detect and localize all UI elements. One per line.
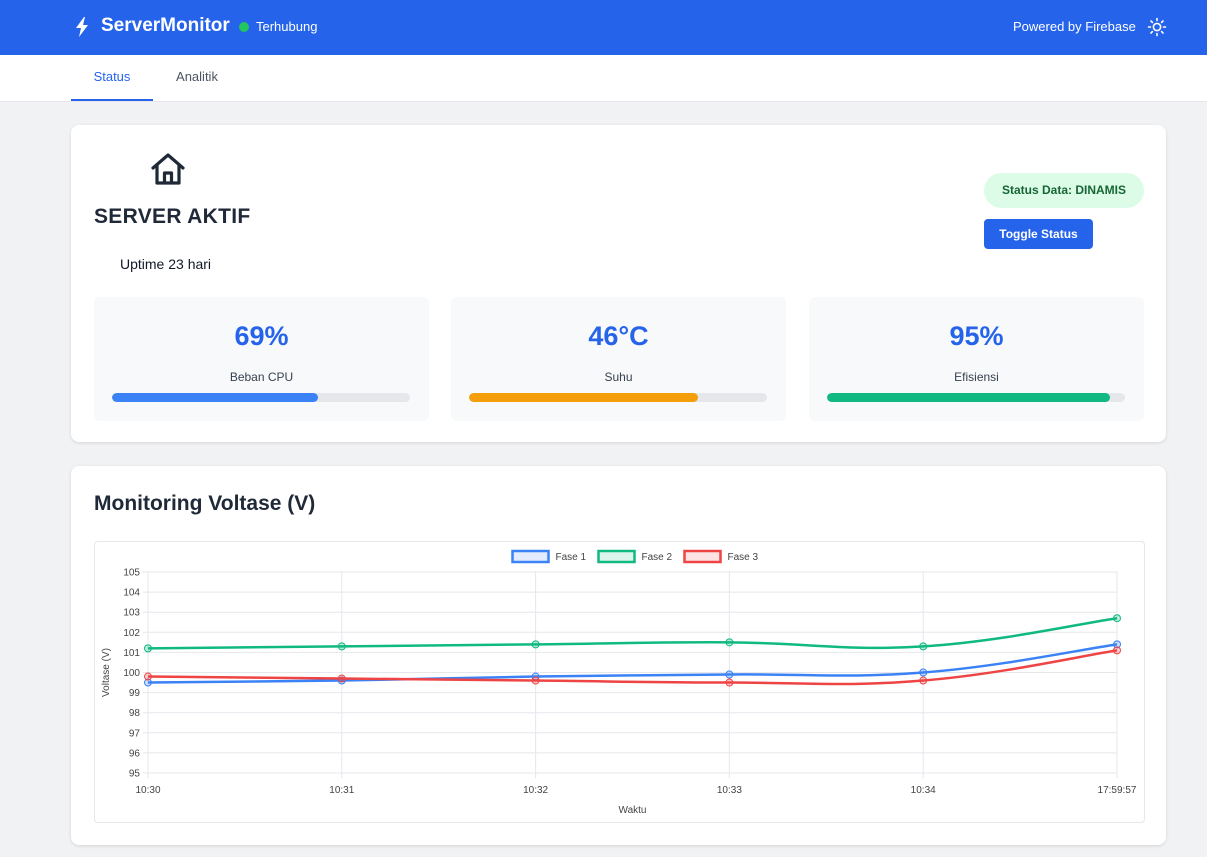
legend-swatch xyxy=(683,549,722,564)
y-tick-label: 98 xyxy=(129,708,141,719)
y-axis-label: Voltase (V) xyxy=(101,648,112,697)
data-point xyxy=(919,676,928,685)
chart-section-title: Monitoring Voltase (V) xyxy=(94,492,316,515)
data-point xyxy=(531,676,540,685)
y-tick-label: 96 xyxy=(129,748,141,759)
y-tick-label: 103 xyxy=(123,608,140,619)
y-tick-label: 102 xyxy=(123,628,140,639)
data-point xyxy=(919,642,928,651)
metric-card-temperature: 46°C Suhu xyxy=(451,297,786,421)
metric-card-efficiency: 95% Efisiensi xyxy=(809,297,1144,421)
data-point xyxy=(337,642,346,651)
x-tick-label: 10:34 xyxy=(911,785,936,796)
top-navbar: ServerMonitor Terhubung Powered by Fireb… xyxy=(0,0,1207,55)
legend-label: Fase 1 xyxy=(556,552,587,563)
data-point xyxy=(144,644,152,653)
data-point xyxy=(1113,646,1121,655)
tab-analitik[interactable]: Analitik xyxy=(160,55,234,101)
data-point xyxy=(725,678,734,687)
x-tick-label: 10:33 xyxy=(717,785,742,796)
metric-value: 69% xyxy=(234,321,289,351)
legend-label: Fase 3 xyxy=(728,552,759,563)
y-tick-label: 100 xyxy=(123,668,140,679)
data-point xyxy=(725,670,734,679)
metric-value: 95% xyxy=(949,321,1004,351)
data-point xyxy=(919,668,928,677)
x-tick-label: 10:30 xyxy=(135,785,160,796)
voltage-line-chart: 95 96 97 98 99 100 101 102 103 104 105 10:30 10:31 10… xyxy=(101,549,1137,816)
data-point xyxy=(144,672,152,681)
metric-label: Efisiensi xyxy=(954,370,999,384)
sun-icon[interactable] xyxy=(1146,16,1168,38)
legend-swatch xyxy=(597,549,636,564)
y-tick-label: 101 xyxy=(123,648,140,659)
data-point xyxy=(1113,614,1121,623)
y-tick-label: 104 xyxy=(123,588,140,599)
y-tick-label: 97 xyxy=(129,728,141,739)
progress-fill xyxy=(469,393,699,402)
progress-fill xyxy=(112,393,318,402)
app-name: ServerMonitor xyxy=(101,15,230,36)
connection-status-dot xyxy=(239,22,249,32)
connection-status-text: Terhubung xyxy=(256,19,318,34)
status-data-badge: Status Data: DINAMIS xyxy=(984,173,1144,208)
metric-label: Suhu xyxy=(604,370,633,384)
uptime-text: Uptime 23 hari xyxy=(120,256,212,272)
chart-container: 95 96 97 98 99 100 101 102 103 104 105 10:30 10:31 10… xyxy=(94,541,1145,823)
tab-bar: Status Analitik xyxy=(0,55,1207,102)
data-point xyxy=(337,674,346,683)
y-tick-label: 99 xyxy=(129,688,141,699)
progress-fill xyxy=(827,393,1111,402)
server-status-card: SERVER AKTIF Uptime 23 hari Status Data:… xyxy=(71,125,1166,442)
x-tick-label: 10:32 xyxy=(523,785,548,796)
metric-label: Beban CPU xyxy=(229,370,294,384)
voltage-chart-card: Monitoring Voltase (V) 95 96 97 98 99 100 101 1… xyxy=(71,466,1166,845)
progress-bar xyxy=(827,393,1125,402)
y-tick-label: 95 xyxy=(129,769,141,780)
x-tick-label: 17:59:57 xyxy=(1098,785,1137,796)
toggle-status-button[interactable]: Toggle Status xyxy=(984,219,1093,249)
legend-label: Fase 2 xyxy=(642,552,673,563)
metric-card-cpu: 69% Beban CPU xyxy=(94,297,429,421)
powered-by-text: Powered by Firebase xyxy=(1013,19,1136,34)
data-point xyxy=(725,638,734,647)
server-status-title: SERVER AKTIF xyxy=(94,205,251,228)
x-tick-label: 10:31 xyxy=(329,785,354,796)
bolt-icon xyxy=(76,17,88,37)
x-axis-label: Waktu xyxy=(619,805,647,816)
y-tick-label: 105 xyxy=(123,568,140,579)
progress-bar xyxy=(112,393,410,402)
tab-status[interactable]: Status xyxy=(71,55,153,101)
home-icon xyxy=(151,153,185,185)
series-line xyxy=(147,616,1118,650)
data-point xyxy=(531,640,540,649)
metric-value: 46°C xyxy=(588,321,649,351)
progress-bar xyxy=(469,393,767,402)
legend-swatch xyxy=(511,549,550,564)
